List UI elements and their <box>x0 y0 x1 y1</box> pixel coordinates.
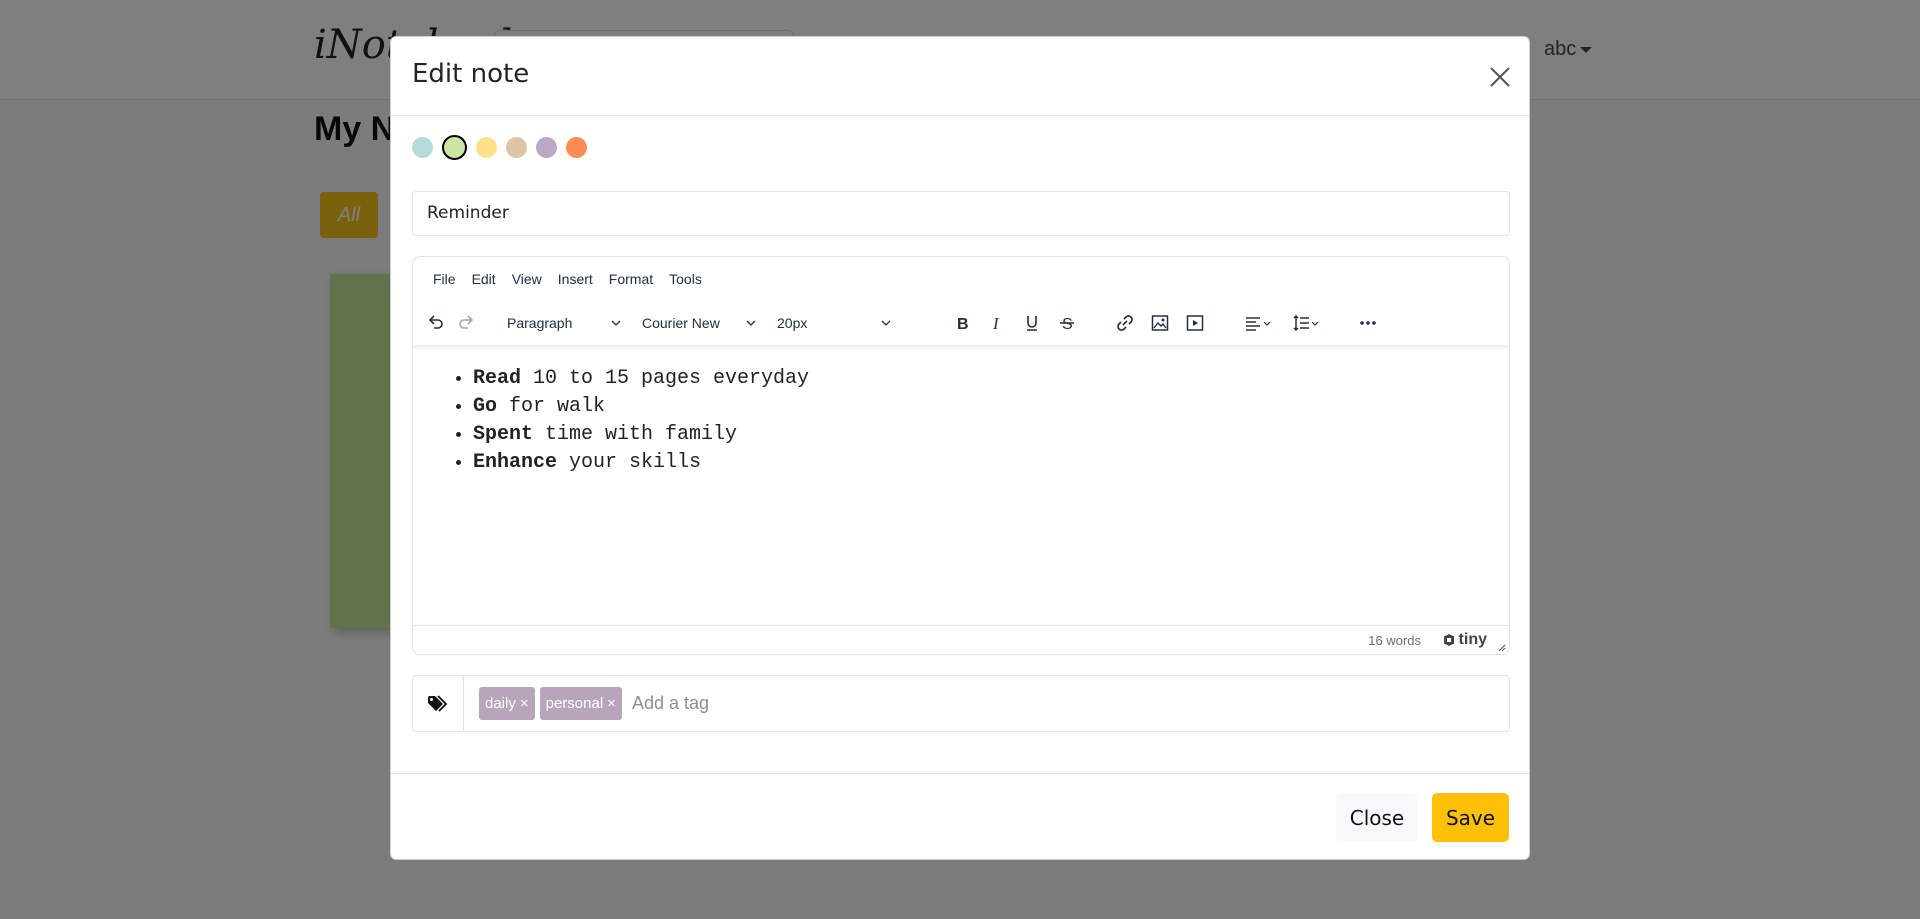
editor-menubar: File Edit View Insert Format Tools <box>433 271 702 287</box>
redo-icon <box>459 315 474 329</box>
font-family-select[interactable]: Courier New <box>634 309 764 337</box>
add-tag-input[interactable]: Add a tag <box>632 693 709 714</box>
list-item-text: 10 to 15 pages everyday <box>521 367 810 390</box>
tag-chip-personal: personal × <box>539 687 622 720</box>
tag-label: personal <box>545 695 604 712</box>
block-format-select[interactable]: Paragraph <box>499 309 629 337</box>
bold-button[interactable]: B <box>947 309 977 337</box>
font-size-select[interactable]: 20px <box>769 309 899 337</box>
close-button[interactable]: Close <box>1336 793 1418 842</box>
svg-text:B: B <box>957 316 969 333</box>
color-swatch-lavender[interactable] <box>536 137 557 158</box>
chevron-down-icon <box>881 320 891 326</box>
color-swatch-light-green[interactable] <box>442 135 467 160</box>
list-item: Spent time with family <box>473 421 1479 449</box>
editor-toolbar: Paragraph Courier New 20px B I S <box>413 301 1509 345</box>
color-picker <box>412 135 587 160</box>
modal-header: Edit note <box>391 37 1529 116</box>
modal-footer: Close Save <box>391 773 1529 861</box>
tag-remove-icon[interactable]: × <box>520 695 529 712</box>
undo-button[interactable] <box>421 309 451 337</box>
menu-file[interactable]: File <box>433 271 456 287</box>
tag-list: daily × personal × Add a tag <box>479 687 709 720</box>
edit-note-modal: Edit note Reminder File Edit View Insert… <box>390 36 1530 860</box>
bullet-list: Read 10 to 15 pages everyday Go for walk… <box>443 365 1479 477</box>
image-icon <box>1151 315 1169 331</box>
tag-remove-icon[interactable]: × <box>607 695 616 712</box>
underline-icon <box>1027 316 1037 331</box>
undo-icon <box>428 315 443 329</box>
editor-content[interactable]: Read 10 to 15 pages everyday Go for walk… <box>413 345 1509 625</box>
italic-button[interactable]: I <box>982 309 1012 337</box>
align-left-icon <box>1246 317 1271 331</box>
chevron-down-icon <box>611 320 621 326</box>
line-height-button[interactable] <box>1286 309 1326 337</box>
list-item: Go for walk <box>473 393 1479 421</box>
svg-text:S: S <box>1062 316 1073 333</box>
resize-handle-icon[interactable] <box>1496 642 1506 652</box>
color-swatch-tan[interactable] <box>506 137 527 158</box>
menu-view[interactable]: View <box>512 271 542 287</box>
list-item-text: your skills <box>557 451 702 474</box>
rich-text-editor: File Edit View Insert Format Tools Parag… <box>412 256 1510 655</box>
tiny-brand-icon <box>1443 634 1454 646</box>
list-item-bold: Spent <box>473 423 534 446</box>
tags-icon <box>428 694 448 712</box>
menu-edit[interactable]: Edit <box>472 271 496 287</box>
more-options-button[interactable] <box>1353 309 1383 337</box>
block-format-value: Paragraph <box>507 315 573 331</box>
insert-image-button[interactable] <box>1145 309 1175 337</box>
note-title-input[interactable]: Reminder <box>412 191 1510 236</box>
font-family-value: Courier New <box>642 315 720 331</box>
close-icon[interactable] <box>1486 63 1514 91</box>
color-swatch-yellow[interactable] <box>476 137 497 158</box>
line-height-icon <box>1293 314 1319 332</box>
insert-media-button[interactable] <box>1180 309 1210 337</box>
list-item-text: for walk <box>497 395 606 418</box>
tag-label: daily <box>485 695 516 712</box>
list-item: Enhance your skills <box>473 449 1479 477</box>
underline-button[interactable] <box>1017 309 1047 337</box>
modal-title: Edit note <box>412 59 530 89</box>
list-item: Read 10 to 15 pages everyday <box>473 365 1479 393</box>
menu-insert[interactable]: Insert <box>558 271 593 287</box>
redo-button[interactable] <box>451 309 481 337</box>
tiny-logo[interactable]: tiny <box>1442 631 1487 649</box>
strikethrough-icon: S <box>1060 316 1074 333</box>
menu-tools[interactable]: Tools <box>669 271 702 287</box>
link-icon <box>1117 315 1133 331</box>
tag-chip-daily: daily × <box>479 687 535 720</box>
insert-link-button[interactable] <box>1110 309 1140 337</box>
menu-format[interactable]: Format <box>609 271 653 287</box>
strikethrough-button[interactable]: S <box>1052 309 1082 337</box>
align-button[interactable] <box>1238 309 1278 337</box>
save-button[interactable]: Save <box>1432 793 1509 842</box>
editor-statusbar: 16 words tiny <box>413 625 1509 654</box>
font-size-value: 20px <box>777 315 808 331</box>
chevron-down-icon <box>746 320 756 326</box>
svg-text:I: I <box>992 314 1000 333</box>
list-item-bold: Read <box>473 367 522 390</box>
more-horizontal-icon <box>1360 321 1376 325</box>
tags-input-group: daily × personal × Add a tag <box>412 675 1510 732</box>
italic-icon: I <box>992 314 1000 333</box>
word-count[interactable]: 16 words <box>1368 633 1421 648</box>
tiny-logo-text: tiny <box>1458 631 1487 648</box>
list-item-text: time with family <box>533 423 738 446</box>
tags-icon-cell <box>413 676 464 731</box>
media-icon <box>1186 315 1204 331</box>
list-item-bold: Go <box>473 395 498 418</box>
color-swatch-orange[interactable] <box>566 137 587 158</box>
bold-icon: B <box>957 316 969 333</box>
list-item-bold: Enhance <box>473 451 558 474</box>
color-swatch-light-blue[interactable] <box>412 137 433 158</box>
